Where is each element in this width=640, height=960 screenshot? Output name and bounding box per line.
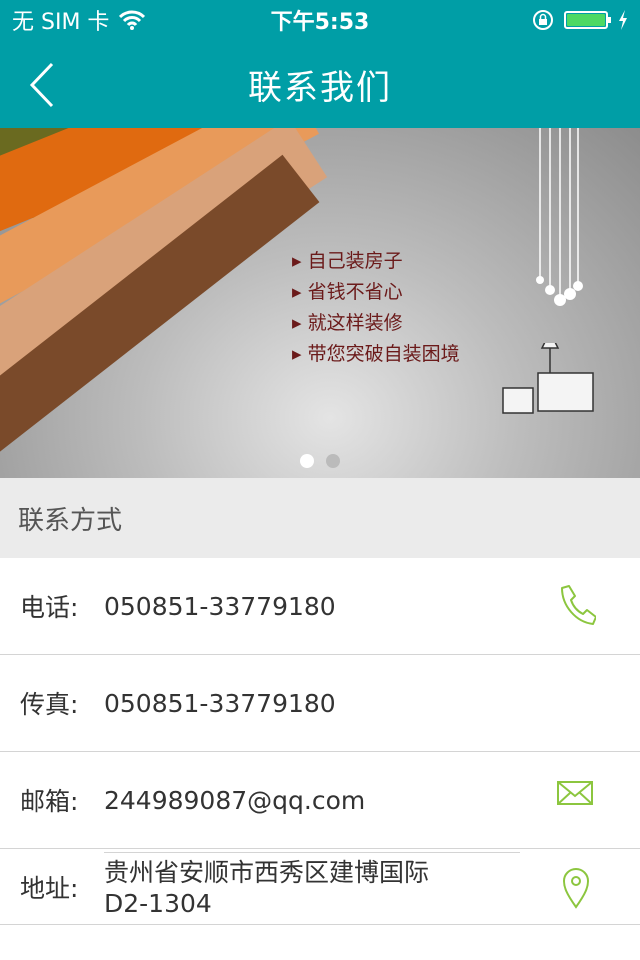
address-label: 地址: bbox=[20, 873, 79, 903]
page-title: 联系我们 bbox=[248, 67, 392, 108]
fax-label: 传真: bbox=[20, 690, 79, 719]
fax-value: 050851-33779180 bbox=[104, 688, 336, 718]
banner-slogans: ▸ 自己装房子 ▸ 省钱不省心 ▸ 就这样装修 ▸ 带您突破自装困境 bbox=[292, 246, 460, 370]
map-pin-icon[interactable] bbox=[556, 865, 596, 909]
email-value: 244989087@qq.com bbox=[104, 785, 366, 815]
address-value: 贵州省安顺市西秀区建博国际 D2-1304 bbox=[104, 852, 520, 919]
status-bar: 无 SIM 卡 下午5:53 bbox=[0, 0, 640, 40]
slogan: ▸ 就这样装修 bbox=[292, 312, 403, 334]
battery-icon bbox=[564, 11, 611, 29]
phone-value: 050851-33779180 bbox=[104, 591, 336, 621]
wifi-icon bbox=[119, 10, 146, 30]
phone-label: 电话: bbox=[20, 593, 79, 622]
back-button[interactable] bbox=[28, 60, 58, 110]
contact-row-fax: 传真: 050851-33779180 bbox=[0, 655, 640, 752]
carrier: 无 SIM 卡 bbox=[12, 10, 110, 35]
contact-row-phone[interactable]: 电话: 050851-33779180 bbox=[0, 558, 640, 655]
mail-icon[interactable] bbox=[556, 772, 596, 816]
carousel-dots bbox=[0, 454, 640, 468]
furniture-illustration bbox=[502, 343, 594, 414]
charging-icon bbox=[619, 10, 627, 30]
carousel-dot-2[interactable] bbox=[326, 454, 340, 468]
slogan: ▸ 自己装房子 bbox=[292, 250, 403, 272]
contact-row-email[interactable]: 邮箱: 244989087@qq.com bbox=[0, 752, 640, 849]
nav-bar: 联系我们 bbox=[0, 40, 640, 128]
slogan: ▸ 带您突破自装困境 bbox=[292, 343, 460, 365]
header: 无 SIM 卡 下午5:53 联系我们 bbox=[0, 0, 640, 128]
pendant-lights-illustration bbox=[536, 128, 583, 306]
carousel-dot-1[interactable] bbox=[300, 454, 314, 468]
contact-row-address[interactable]: 地址: 贵州省安顺市西秀区建博国际 D2-1304 bbox=[0, 849, 640, 925]
rotation-lock-icon bbox=[533, 10, 553, 30]
phone-icon[interactable] bbox=[556, 584, 596, 628]
email-label: 邮箱: bbox=[20, 787, 79, 816]
slogan: ▸ 省钱不省心 bbox=[292, 281, 403, 303]
banner-carousel[interactable]: ▸ 自己装房子 ▸ 省钱不省心 ▸ 就这样装修 ▸ 带您突破自装困境 bbox=[0, 128, 640, 478]
section-header: 联系方式 bbox=[0, 478, 640, 558]
